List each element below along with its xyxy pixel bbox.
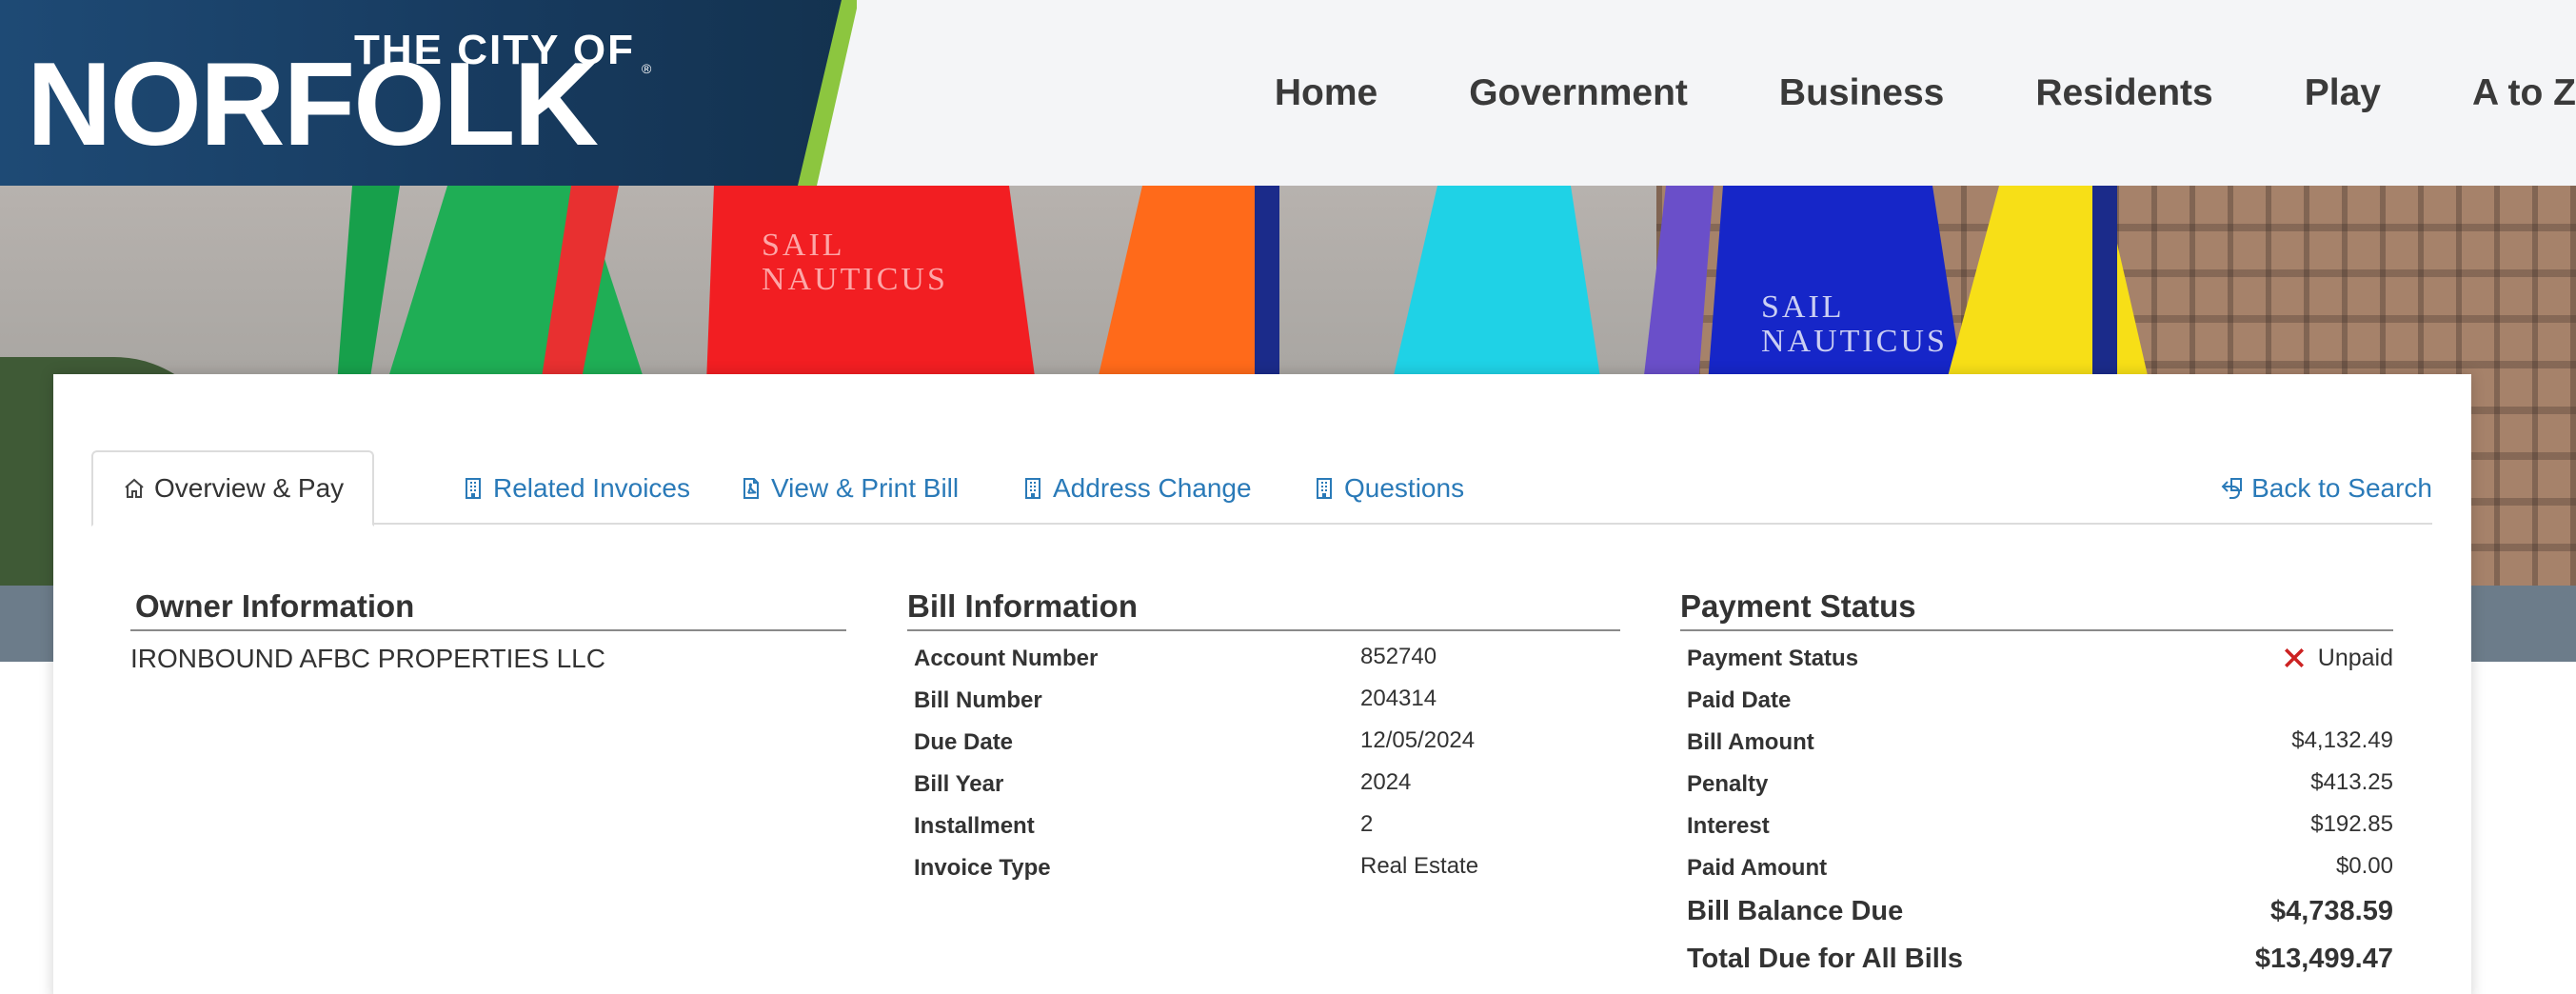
pdf-file-icon [739, 474, 763, 503]
bill-information-rule [907, 629, 1620, 631]
main-nav: Home Government Business Residents Play … [1275, 67, 2576, 120]
payment-status-heading: Payment Status [1680, 588, 1916, 624]
back-arrow-icon [2219, 474, 2244, 503]
tab-related-invoices[interactable]: Related Invoices [461, 450, 690, 527]
nav-business[interactable]: Business [1779, 67, 1944, 120]
x-icon [2284, 648, 2304, 667]
back-to-search-label: Back to Search [2251, 473, 2432, 503]
paid-amount-value: $0.00 [2335, 853, 2393, 879]
tab-overview-pay[interactable]: Overview & Pay [91, 450, 375, 527]
building-icon [1020, 474, 1045, 503]
bill-year-value: 2024 [1360, 769, 1412, 795]
building-icon [1312, 474, 1337, 503]
tab-bar: Overview & Pay Related Invoices View & P… [91, 450, 2432, 527]
paid-amount-label: Paid Amount [1687, 855, 1828, 881]
nav-residents[interactable]: Residents [2035, 67, 2212, 120]
hero-sail-text-red: SAIL NAUTICUS [762, 228, 948, 297]
logo-norfolk-text: NORFOLK [27, 39, 599, 170]
owner-information-heading: Owner Information [135, 588, 415, 624]
hero-sail-text-blue: SAIL NAUTICUS [1761, 289, 1948, 359]
payment-status-value: Unpaid [2317, 644, 2393, 671]
installment-value: 2 [1360, 811, 1374, 837]
back-to-search-link[interactable]: Back to Search [2219, 450, 2432, 527]
total-due-all-bills-value: $13,499.47 [2254, 944, 2393, 974]
bill-number-value: 204314 [1360, 686, 1437, 711]
bill-number-label: Bill Number [914, 687, 1042, 713]
bill-amount-value: $4,132.49 [2291, 727, 2393, 753]
penalty-label: Penalty [1687, 771, 1769, 797]
bill-year-label: Bill Year [914, 771, 1004, 797]
invoice-type-label: Invoice Type [914, 855, 1051, 881]
nav-play[interactable]: Play [2305, 67, 2381, 120]
tab-related-invoices-label: Related Invoices [493, 473, 691, 503]
tab-overview-pay-label: Overview & Pay [154, 473, 345, 503]
city-logo[interactable]: THE CITY OF NORFOLK ® [0, 0, 857, 186]
installment-label: Installment [914, 813, 1035, 839]
account-number-label: Account Number [914, 646, 1099, 671]
building-icon [461, 474, 485, 503]
invoice-panel: Overview & Pay Related Invoices View & P… [53, 374, 2471, 994]
bill-amount-label: Bill Amount [1687, 729, 1814, 755]
interest-label: Interest [1687, 813, 1770, 839]
penalty-value: $413.25 [2310, 769, 2393, 795]
home-icon [122, 474, 147, 503]
nav-home[interactable]: Home [1275, 67, 1377, 120]
tab-address-change-label: Address Change [1053, 473, 1252, 503]
tab-address-change[interactable]: Address Change [1020, 450, 1252, 527]
account-number-value: 852740 [1360, 644, 1437, 669]
total-due-all-bills-label: Total Due for All Bills [1687, 944, 1964, 974]
nav-a-to-z[interactable]: A to Z [2472, 67, 2576, 120]
owner-information-rule [130, 629, 846, 631]
tab-questions-label: Questions [1344, 473, 1465, 503]
invoice-type-value: Real Estate [1360, 853, 1479, 879]
logo-registered-mark: ® [642, 61, 652, 76]
tab-questions[interactable]: Questions [1312, 450, 1464, 527]
site-header: THE CITY OF NORFOLK ® Home Government Bu… [0, 0, 2576, 186]
paid-date-label: Paid Date [1687, 687, 1792, 713]
payment-status-indicator: Unpaid [2280, 644, 2393, 672]
interest-value: $192.85 [2310, 811, 2393, 837]
tab-view-print-bill-label: View & Print Bill [771, 473, 960, 503]
bill-balance-due-label: Bill Balance Due [1687, 896, 1904, 926]
bill-balance-due-value: $4,738.59 [2269, 896, 2393, 926]
tab-view-print-bill[interactable]: View & Print Bill [739, 450, 959, 527]
payment-status-label: Payment Status [1687, 646, 1859, 671]
due-date-value: 12/05/2024 [1360, 727, 1476, 753]
due-date-label: Due Date [914, 729, 1014, 755]
nav-government[interactable]: Government [1469, 67, 1688, 120]
payment-status-rule [1680, 629, 2393, 631]
owner-name: IRONBOUND AFBC PROPERTIES LLC [130, 644, 605, 673]
bill-information-heading: Bill Information [907, 588, 1138, 624]
